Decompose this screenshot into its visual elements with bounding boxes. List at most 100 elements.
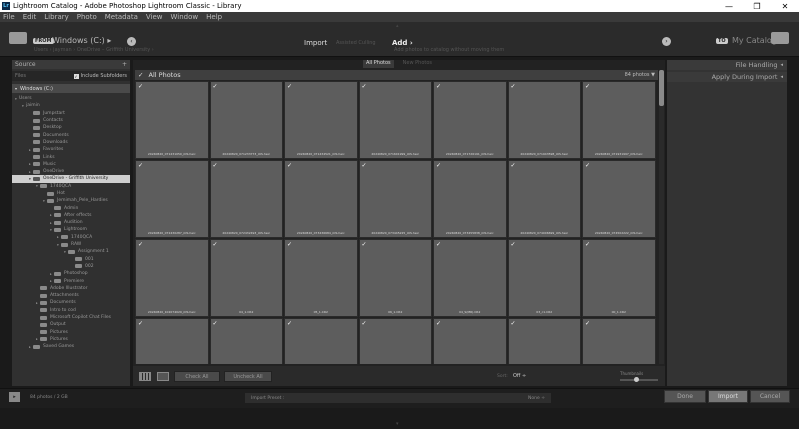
menu-help[interactable]: Help [206,13,222,21]
photo-check-icon[interactable]: ✓ [138,320,143,327]
photo-thumbnail[interactable]: ✓ 04_S(MR).CR2 [433,239,507,317]
photo-thumbnail[interactable]: ✓ [209,318,283,364]
photo-thumbnail[interactable]: ✓ 20240820_071231050_iOS.heic [135,81,209,159]
photo-thumbnail[interactable]: ✓ 20240820_071601999_iOS.heic [358,81,432,159]
folder-tree-item[interactable]: 001 [12,256,130,263]
folder-tree-item[interactable]: ▸ Premiere [12,277,130,284]
photo-check-icon[interactable]: ✓ [585,241,590,248]
photo-check-icon[interactable]: ✓ [287,162,292,169]
photo-check-icon[interactable]: ✓ [138,162,143,169]
include-subfolders-checkbox[interactable]: ✓ Include Subfolders [73,73,127,79]
photo-check-icon[interactable]: ✓ [436,162,441,169]
folder-tree-item[interactable]: ▸ Pictures [12,336,130,343]
photo-check-icon[interactable]: ✓ [362,320,367,327]
photo-thumbnail[interactable]: ✓ 04_1.CR2 [209,239,283,317]
photo-check-icon[interactable]: ✓ [138,83,143,90]
slider-handle[interactable] [634,377,639,382]
menu-view[interactable]: View [146,13,163,21]
menu-photo[interactable]: Photo [77,13,97,21]
photo-thumbnail[interactable]: ✓ 20240820_071931997_iOS.heic [582,81,656,159]
source-selector[interactable]: Windows (C:) ▸ [52,36,111,45]
photo-thumbnail[interactable]: ✓ [582,318,656,364]
volume-windows-c[interactable]: ▾ Windows (C:) [12,84,130,93]
select-all-check-icon[interactable]: ✓ [138,71,143,79]
folder-tree-item[interactable]: Admin [12,204,130,211]
photo-thumbnail[interactable]: ✓ [358,318,432,364]
photo-thumbnail[interactable]: ✓ [433,318,507,364]
photo-check-icon[interactable]: ✓ [511,83,516,90]
menu-file[interactable]: File [3,13,15,21]
left-nav-icon[interactable]: ‹ [127,37,136,46]
cancel-button[interactable]: Cancel [750,390,790,403]
bottom-panel-toggle[interactable]: ▾ [396,421,399,427]
folder-tree-item[interactable]: Microsoft Copilot Chat Files [12,314,130,321]
photo-thumbnail[interactable]: ✓ 06_1.CR2 [358,239,432,317]
photo-thumbnail[interactable]: ✓ 20240820_071434521_iOS.heic [284,81,358,159]
photo-check-icon[interactable]: ✓ [436,320,441,327]
maximize-button[interactable]: ❐ [743,2,771,11]
right-nav-icon[interactable]: › [662,37,671,46]
folder-tree-item[interactable]: ▾ Lightroom [12,226,130,233]
folder-tree-item[interactable]: ▸ 1740QCA [12,234,130,241]
photo-check-icon[interactable]: ✓ [362,241,367,248]
photo-check-icon[interactable]: ✓ [436,241,441,248]
folder-tree-item[interactable]: ▾ 1740QCA [12,183,130,190]
folder-tree-item[interactable]: ▸ Music [12,161,130,168]
photo-thumbnail[interactable]: ✓ 05_1.CR2 [284,239,358,317]
folder-tree-item[interactable]: Attachments [12,292,130,299]
folder-tree-item[interactable]: Links [12,153,130,160]
photo-check-icon[interactable]: ✓ [511,162,516,169]
uncheck-all-button[interactable]: Uncheck All [224,371,272,382]
mode-add[interactable]: Add › [392,39,413,47]
folder-tree-item[interactable]: Adobe Illustrator [12,285,130,292]
scrollbar-thumb[interactable] [659,70,664,106]
folder-tree-item[interactable]: ▸ Documents [12,299,130,306]
mode-import[interactable]: Import [304,39,327,47]
folder-tree-item[interactable]: Pictures [12,329,130,336]
photo-thumbnail[interactable]: ✓ [507,318,581,364]
photo-check-icon[interactable]: ✓ [213,241,218,248]
photo-check-icon[interactable]: ✓ [585,320,590,327]
folder-tree-item[interactable]: Hot [12,190,130,197]
folder-tree-item[interactable]: Documents [12,131,130,138]
close-button[interactable]: ✕ [771,2,799,11]
import-preset-select[interactable]: None ÷ [528,396,545,401]
photo-thumbnail[interactable]: ✓ 20240820_071233773_iOS.heic [209,81,283,159]
folder-tree-item[interactable]: 002 [12,263,130,270]
photo-thumbnail[interactable]: ✓ 20240820_073445225_iOS.heic [358,160,432,238]
menu-library[interactable]: Library [44,13,68,21]
photo-check-icon[interactable]: ✓ [213,162,218,169]
grid-view-icon[interactable] [139,372,151,381]
photo-thumbnail[interactable]: ✓ 00_1.CR2 [582,239,656,317]
folder-tree-item[interactable]: ▾ jaimin [12,102,130,109]
import-preset-bar[interactable]: Import Preset : None ÷ [245,393,551,403]
photo-thumbnail[interactable]: ✓ 03_c1.CR2 [507,239,581,317]
source-panel-header[interactable]: Source + [12,60,130,69]
folder-tree-item[interactable]: ▾ RAW [12,241,130,248]
files-filter[interactable]: Files [15,73,26,79]
check-all-button[interactable]: Check All [174,371,220,382]
grid-scrollbar[interactable] [659,70,664,364]
add-source-icon[interactable]: + [122,61,127,68]
folder-tree-item[interactable]: ▾ Users [12,95,130,102]
tab-new-photos[interactable]: New Photos [400,60,435,68]
folder-tree-item[interactable]: Desktop [12,124,130,131]
sort-select[interactable]: Off ÷ [513,373,526,379]
photo-check-icon[interactable]: ✓ [213,83,218,90]
folder-tree-item[interactable]: ▸ Audition [12,219,130,226]
folder-tree-item[interactable]: ▸ Saved Games [12,343,130,350]
import-button[interactable]: Import [708,390,748,403]
tab-all-photos[interactable]: All Photos [362,60,394,68]
photo-check-icon[interactable]: ✓ [287,83,292,90]
menu-metadata[interactable]: Metadata [105,13,138,21]
folder-tree-item[interactable]: ▾ OneDrive - Griffith University [12,175,130,183]
photo-check-icon[interactable]: ✓ [138,241,143,248]
toggle-panel-icon[interactable]: ▸ [9,392,20,402]
photo-thumbnail[interactable]: ✓ 20240820_073436684_iOS.heic [284,160,358,238]
photo-check-icon[interactable]: ✓ [362,83,367,90]
photo-thumbnail[interactable]: ✓ 20240820_074502222_iOS.heic [582,160,656,238]
photo-thumbnail[interactable]: ✓ 20240820_071726191_iOS.heic [433,81,507,159]
photo-thumbnail[interactable]: ✓ 20240820_071943598_iOS.heic [507,81,581,159]
done-button[interactable]: Done [664,390,706,403]
photo-thumbnail[interactable]: ✓ 20240820_073455838_iOS.heic [433,160,507,238]
